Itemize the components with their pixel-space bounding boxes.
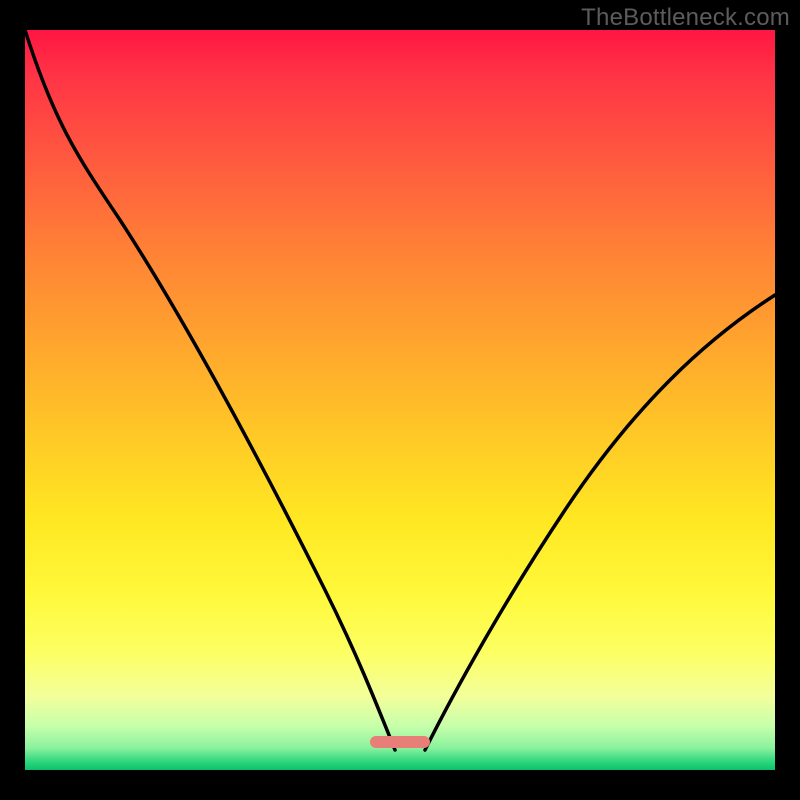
chart-frame: TheBottleneck.com [0,0,800,800]
curve-right-branch [425,295,775,750]
bottleneck-curve [25,30,775,770]
plot-area [25,30,775,770]
optimal-range-marker [370,736,430,748]
watermark-text: TheBottleneck.com [581,4,790,32]
curve-left-branch [25,30,395,750]
